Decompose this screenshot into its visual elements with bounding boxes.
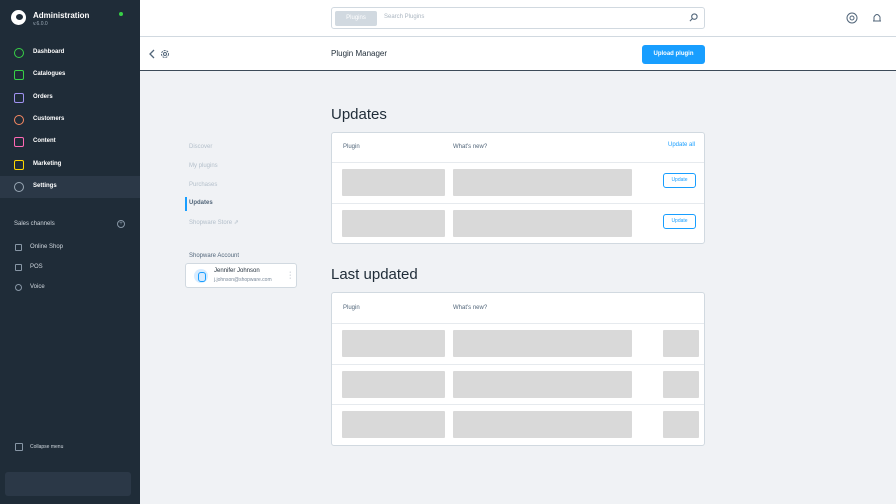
sales-channel-voice[interactable]: Voice xyxy=(0,280,140,296)
skeleton-plugin xyxy=(342,210,445,237)
user-profile-footer[interactable] xyxy=(5,472,131,496)
updates-card: Plugin What's new? Update all Update Upd… xyxy=(331,132,705,244)
skeleton-whats-new xyxy=(453,411,632,438)
products-icon xyxy=(14,70,24,80)
sidebar-item-catalogues[interactable]: Catalogues xyxy=(0,64,140,86)
skeleton-whats-new xyxy=(453,330,632,357)
settings-gear-icon xyxy=(161,50,169,58)
sidebar-item-label: Content xyxy=(33,138,56,144)
table-row xyxy=(332,364,704,405)
sidebar-item-settings[interactable]: Settings xyxy=(0,176,140,198)
skeleton-action xyxy=(663,411,699,438)
pos-icon xyxy=(15,264,22,271)
content-icon xyxy=(14,137,24,147)
sales-channel-pos[interactable]: POS xyxy=(0,260,140,276)
megaphone-icon xyxy=(14,160,24,170)
skeleton-plugin xyxy=(342,371,445,398)
skeleton-plugin xyxy=(342,411,445,438)
collapse-menu-label: Collapse menu xyxy=(30,444,64,450)
more-options-icon[interactable]: · · · xyxy=(289,269,291,282)
help-center-icon[interactable] xyxy=(846,12,858,24)
sidebar-item-dashboard[interactable]: Dashboard xyxy=(0,42,140,64)
app-version: v.6.0.0 xyxy=(33,21,48,27)
account-card[interactable]: Jennifer Johnson j.johnson@shopware.com … xyxy=(185,263,297,288)
skeleton-whats-new xyxy=(453,210,632,237)
search-type-pill[interactable]: Plugins xyxy=(335,11,377,26)
brand-header: Administration v.6.0.0 xyxy=(0,0,140,37)
add-sales-channel-icon[interactable]: + xyxy=(117,220,125,228)
page-title: Plugin Manager xyxy=(331,49,388,58)
search-icon[interactable] xyxy=(689,13,698,22)
table-row: Update xyxy=(332,203,704,244)
smart-bar: Plugin Manager Upload plugin xyxy=(140,37,896,71)
skeleton-action xyxy=(663,371,699,398)
upload-plugin-button[interactable]: Upload plugin xyxy=(642,45,705,64)
sidebar-item-label: Dashboard xyxy=(33,49,65,55)
app-title: Administration xyxy=(33,11,90,20)
shopware-logo-icon[interactable] xyxy=(11,10,26,25)
storefront-icon xyxy=(15,244,22,251)
update-button[interactable]: Update xyxy=(663,214,696,229)
main-sidebar: Administration v.6.0.0 Dashboard Catalog… xyxy=(0,0,140,504)
skeleton-whats-new xyxy=(453,371,632,398)
shopping-bag-icon xyxy=(14,93,24,103)
microphone-icon xyxy=(15,284,22,291)
column-header-whats-new: What's new? xyxy=(453,144,488,150)
sidebar-item-label: Settings xyxy=(33,183,57,189)
user-avatar-icon xyxy=(194,269,208,283)
update-all-link[interactable]: Update all xyxy=(668,142,695,148)
sales-channels-title: Sales channels xyxy=(14,221,55,227)
active-nav-indicator xyxy=(185,197,187,211)
plugin-nav-purchases[interactable]: Purchases xyxy=(189,182,217,188)
search-bar[interactable]: Plugins Search Plugins xyxy=(331,7,705,29)
sidebar-item-label: Catalogues xyxy=(33,71,66,77)
sidebar-item-customers[interactable]: Customers xyxy=(0,109,140,131)
sales-channel-label: POS xyxy=(30,264,43,270)
top-bar: Plugins Search Plugins xyxy=(140,0,896,37)
last-updated-card: Plugin What's new? xyxy=(331,292,705,446)
skeleton-plugin xyxy=(342,169,445,196)
plugin-nav-shopware-store[interactable]: Shopware Store ⇗ xyxy=(189,219,239,226)
gauge-icon xyxy=(14,48,24,58)
updates-title: Updates xyxy=(331,106,387,123)
collapse-icon xyxy=(15,443,23,451)
sales-channel-label: Online Shop xyxy=(30,244,64,250)
plugin-nav-discover[interactable]: Discover xyxy=(189,144,212,150)
customers-icon xyxy=(14,115,24,125)
skeleton-action xyxy=(663,330,699,357)
last-updated-title: Last updated xyxy=(331,266,418,283)
column-header-whats-new: What's new? xyxy=(453,305,488,311)
sidebar-item-orders[interactable]: Orders xyxy=(0,87,140,109)
table-row: Update xyxy=(332,162,704,203)
sidebar-item-label: Marketing xyxy=(33,161,62,167)
update-button[interactable]: Update xyxy=(663,173,696,188)
sidebar-item-label: Customers xyxy=(33,116,65,122)
online-status-icon xyxy=(119,12,123,16)
column-header-plugin: Plugin xyxy=(343,305,360,311)
skeleton-plugin xyxy=(342,330,445,357)
collapse-menu-button[interactable]: Collapse menu xyxy=(0,441,140,455)
sidebar-item-content[interactable]: Content xyxy=(0,131,140,153)
account-section-title: Shopware Account xyxy=(189,253,240,259)
gear-icon xyxy=(14,182,24,192)
notification-bell-icon[interactable] xyxy=(871,12,883,24)
sales-channel-label: Voice xyxy=(30,284,45,290)
search-input[interactable]: Search Plugins xyxy=(384,14,424,20)
account-name: Jennifer Johnson xyxy=(214,268,260,274)
column-header-plugin: Plugin xyxy=(343,144,360,150)
account-email: j.johnson@shopware.com xyxy=(214,277,272,283)
skeleton-whats-new xyxy=(453,169,632,196)
plugin-nav-updates[interactable]: Updates xyxy=(189,200,213,206)
plugin-nav-my-plugins[interactable]: My plugins xyxy=(189,163,218,169)
table-row xyxy=(332,404,704,445)
back-arrow-icon[interactable] xyxy=(148,49,156,59)
sidebar-item-label: Orders xyxy=(33,94,53,100)
sidebar-item-marketing[interactable]: Marketing xyxy=(0,154,140,176)
sales-channel-online-shop[interactable]: Online Shop xyxy=(0,240,140,256)
table-row xyxy=(332,323,704,364)
